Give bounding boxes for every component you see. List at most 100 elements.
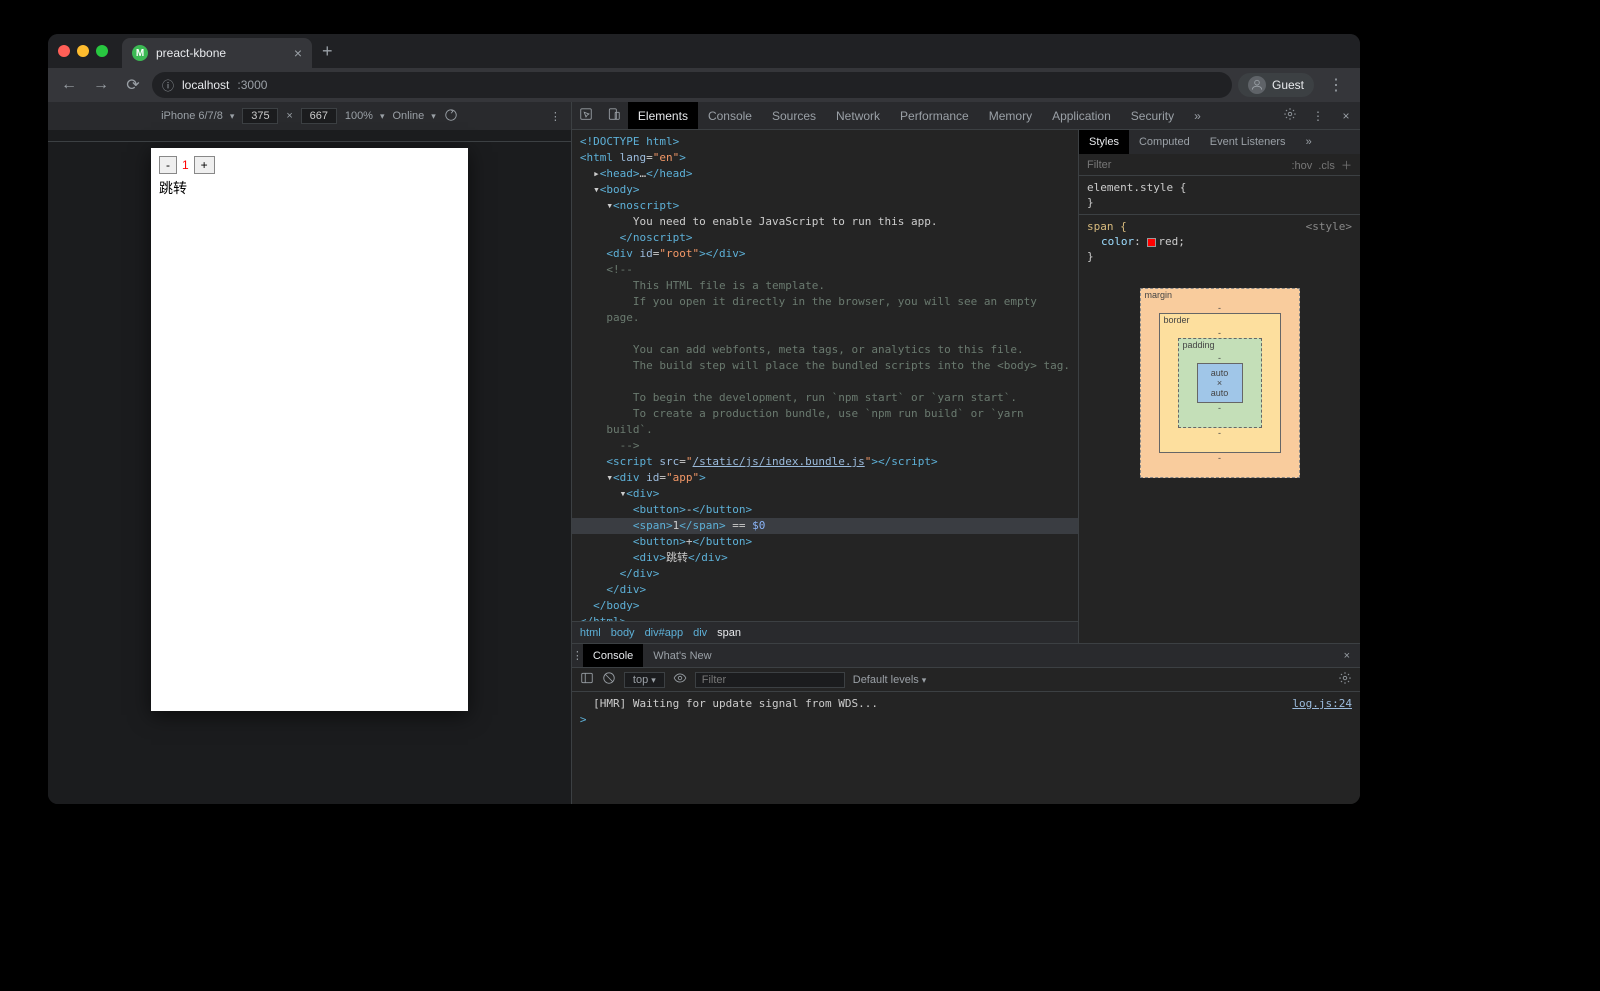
devtools-tab-console[interactable]: Console: [698, 102, 762, 129]
zoom-select[interactable]: 100%: [345, 110, 385, 122]
console-settings-button[interactable]: [1338, 671, 1352, 688]
styles-tab-event-listeners[interactable]: Event Listeners: [1200, 130, 1296, 154]
network-select[interactable]: Online: [393, 110, 436, 122]
dom-node[interactable]: </div>: [572, 566, 1078, 582]
devtools-settings-button[interactable]: [1276, 107, 1304, 124]
dom-node[interactable]: ▾<div>: [572, 486, 1078, 502]
minus-button[interactable]: -: [159, 156, 177, 174]
forward-button[interactable]: →: [88, 72, 114, 98]
devtools-tab-application[interactable]: Application: [1042, 102, 1121, 129]
device-width-input[interactable]: 375: [242, 108, 278, 124]
devtools-close-button[interactable]: ×: [1332, 109, 1360, 123]
dom-node[interactable]: This HTML file is a template.: [572, 278, 1078, 294]
dom-node[interactable]: <script src="/static/js/index.bundle.js"…: [572, 454, 1078, 470]
dom-node[interactable]: page.: [572, 310, 1078, 326]
styles-tab-styles[interactable]: Styles: [1079, 130, 1129, 154]
back-button[interactable]: ←: [56, 72, 82, 98]
breadcrumb-item[interactable]: div: [693, 627, 707, 639]
cls-toggle[interactable]: .cls: [1318, 160, 1335, 172]
dom-node[interactable]: You need to enable JavaScript to run thi…: [572, 214, 1078, 230]
omnibox[interactable]: ⓘ localhost:3000: [152, 72, 1232, 98]
dom-node[interactable]: The build step will place the bundled sc…: [572, 358, 1078, 374]
dom-tree[interactable]: <!DOCTYPE html><html lang="en"> ▸<head>……: [572, 130, 1078, 621]
dom-node[interactable]: If you open it directly in the browser, …: [572, 294, 1078, 310]
breadcrumb-item[interactable]: html: [580, 627, 601, 639]
log-levels-select[interactable]: Default levels: [853, 674, 927, 686]
dom-node[interactable]: ▾<body>: [572, 182, 1078, 198]
drawer-tab-console[interactable]: Console: [583, 644, 643, 667]
dom-node[interactable]: To create a production bundle, use `npm …: [572, 406, 1078, 422]
devtools-tab-memory[interactable]: Memory: [979, 102, 1042, 129]
dom-node[interactable]: To begin the development, run `npm start…: [572, 390, 1078, 406]
style-rules[interactable]: element.style { } span { <style> color: …: [1079, 176, 1360, 268]
dom-node[interactable]: <div>跳转</div>: [572, 550, 1078, 566]
console-filter-input[interactable]: Filter: [695, 672, 845, 688]
drawer-close-button[interactable]: ×: [1334, 650, 1360, 662]
dom-node[interactable]: <html lang="en">: [572, 150, 1078, 166]
profile-badge[interactable]: Guest: [1238, 73, 1314, 97]
minimize-window-button[interactable]: [77, 45, 89, 57]
dom-node[interactable]: <button>-</button>: [572, 502, 1078, 518]
new-rule-button[interactable]: ＋: [1341, 160, 1352, 172]
dom-node[interactable]: <button>+</button>: [572, 534, 1078, 550]
maximize-window-button[interactable]: [96, 45, 108, 57]
drawer-menu[interactable]: ⋮: [572, 649, 583, 662]
device-select[interactable]: iPhone 6/7/8: [161, 110, 234, 122]
devtools-menu-button[interactable]: ⋮: [1304, 109, 1332, 123]
new-tab-button[interactable]: +: [312, 41, 343, 62]
devtools-more-tabs[interactable]: »: [1184, 102, 1211, 129]
close-tab-button[interactable]: ×: [294, 45, 302, 61]
dom-node[interactable]: [572, 374, 1078, 390]
browser-tab[interactable]: M preact-kbone ×: [122, 38, 312, 68]
dom-node[interactable]: [572, 326, 1078, 342]
dom-breadcrumb[interactable]: html body div#app divspan: [572, 621, 1078, 643]
dom-node[interactable]: ▾<div id="app">: [572, 470, 1078, 486]
breadcrumb-item[interactable]: div#app: [645, 627, 684, 639]
dom-node[interactable]: </div>: [572, 582, 1078, 598]
styles-more-tabs[interactable]: »: [1296, 130, 1322, 154]
close-window-button[interactable]: [58, 45, 70, 57]
color-swatch[interactable]: [1147, 238, 1156, 247]
dom-node[interactable]: You can add webfonts, meta tags, or anal…: [572, 342, 1078, 358]
plus-button[interactable]: +: [194, 156, 215, 174]
dom-node[interactable]: -->: [572, 438, 1078, 454]
rule-declaration[interactable]: color: red;: [1087, 234, 1352, 249]
dom-node[interactable]: build`.: [572, 422, 1078, 438]
dom-node[interactable]: </noscript>: [572, 230, 1078, 246]
hov-toggle[interactable]: :hov: [1291, 160, 1312, 172]
device-toggle-button[interactable]: [600, 107, 628, 124]
context-select[interactable]: top: [624, 672, 665, 688]
jump-link[interactable]: 跳转: [159, 178, 460, 198]
dom-node[interactable]: <!--: [572, 262, 1078, 278]
dom-node[interactable]: </body>: [572, 598, 1078, 614]
dom-node[interactable]: <!DOCTYPE html>: [572, 134, 1078, 150]
rule-source-link[interactable]: <style>: [1306, 219, 1352, 234]
console-prompt[interactable]: >: [580, 712, 1352, 728]
reload-button[interactable]: ⟳: [120, 72, 146, 98]
dom-node[interactable]: ▸<head>…</head>: [572, 166, 1078, 182]
devtools-tab-network[interactable]: Network: [826, 102, 890, 129]
devtools-tab-elements[interactable]: Elements: [628, 102, 698, 129]
styles-filter-input[interactable]: Filter: [1087, 159, 1111, 171]
console-sidebar-toggle[interactable]: [580, 671, 594, 688]
console-output[interactable]: log.js:24 [HMR] Waiting for update signa…: [572, 692, 1360, 804]
drawer-tab-what-s-new[interactable]: What's New: [643, 644, 721, 667]
dom-node[interactable]: </html>: [572, 614, 1078, 621]
device-more-button[interactable]: ⋮: [550, 110, 561, 123]
site-info-icon[interactable]: ⓘ: [162, 77, 174, 94]
clear-console-button[interactable]: [602, 671, 616, 688]
dom-node[interactable]: <span>1</span> == $0: [572, 518, 1078, 534]
box-model[interactable]: margin- border- padding- auto × auto - -…: [1140, 288, 1300, 478]
devtools-tab-performance[interactable]: Performance: [890, 102, 979, 129]
dom-node[interactable]: ▾<noscript>: [572, 198, 1078, 214]
devtools-tab-security[interactable]: Security: [1121, 102, 1184, 129]
live-expression-button[interactable]: [673, 671, 687, 688]
rotate-button[interactable]: [444, 108, 458, 125]
breadcrumb-item[interactable]: span: [717, 627, 741, 639]
device-height-input[interactable]: 667: [301, 108, 337, 124]
breadcrumb-item[interactable]: body: [611, 627, 635, 639]
message-source-link[interactable]: log.js:24: [1292, 696, 1352, 712]
devtools-tab-sources[interactable]: Sources: [762, 102, 826, 129]
browser-menu-button[interactable]: ⋮: [1320, 75, 1352, 95]
styles-tab-computed[interactable]: Computed: [1129, 130, 1200, 154]
